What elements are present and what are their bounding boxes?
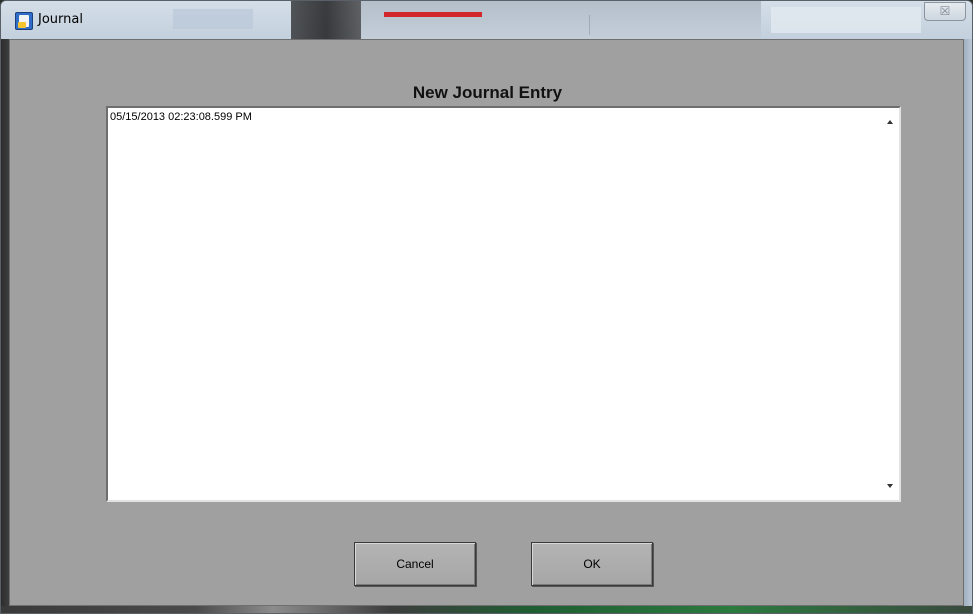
journal-entry-box: 05/15/2013 02:23:08.599 PM	[106, 106, 901, 502]
scroll-up-arrow-icon[interactable]	[881, 113, 898, 130]
cancel-button[interactable]: Cancel	[354, 542, 476, 586]
title-bar-backdrop	[771, 7, 921, 33]
window-title: Journal	[38, 12, 83, 27]
ok-button[interactable]: OK	[531, 542, 653, 586]
title-bar-backdrop	[589, 15, 590, 35]
close-button[interactable]: ☒	[924, 2, 966, 21]
dialog-heading: New Journal Entry	[412, 83, 563, 102]
title-bar-backdrop	[291, 1, 361, 39]
title-bar-backdrop	[384, 12, 482, 17]
title-bar-backdrop	[361, 1, 761, 39]
title-bar[interactable]: Journal ☒	[1, 1, 972, 39]
window-border-left	[1, 39, 9, 613]
journal-entry-textarea[interactable]: 05/15/2013 02:23:08.599 PM	[110, 111, 880, 497]
title-bar-backdrop	[173, 9, 253, 29]
window-border-right	[964, 39, 972, 613]
vertical-scrollbar[interactable]	[881, 109, 898, 499]
dialog-body: New Journal Entry 05/15/2013 02:23:08.59…	[9, 39, 964, 606]
window-border-bottom	[1, 606, 972, 613]
journal-app-icon	[15, 12, 33, 30]
journal-window: Journal ☒ New Journal Entry 05/15/2013 0…	[0, 0, 973, 614]
scroll-down-arrow-icon[interactable]	[881, 478, 898, 495]
close-icon: ☒	[939, 4, 951, 18]
